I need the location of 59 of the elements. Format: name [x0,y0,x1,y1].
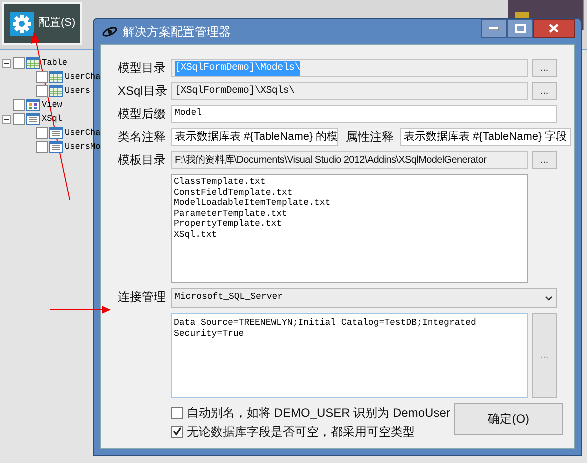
connection-string-field[interactable]: Data Source=TREENEWLYN;Initial Catalog=TestDB;Integrated Security=True [171,313,528,398]
field-label: 属性注释 [346,129,395,146]
view-icon [26,99,40,111]
checkbox[interactable] [13,99,25,111]
maximize-button[interactable] [507,19,533,38]
browse-button[interactable]: ... [532,82,557,100]
text-field[interactable]: 表示数据库表 #{TableName} 的模 [171,128,338,146]
table-icon [49,71,63,83]
gear-icon [10,12,34,36]
text-field[interactable]: Model [171,105,557,123]
annotation-arrow [50,305,112,315]
satellite-icon [102,26,118,38]
checkbox[interactable] [13,57,25,69]
path-field[interactable]: [XSqlFormDemo]\XSqls\ [171,82,528,100]
field-label: XSql目录 [118,83,167,100]
text-field[interactable]: 表示数据库表 #{TableName} 字段 [400,128,572,146]
field-label: 模型目录 [118,60,167,77]
list-icon [49,127,63,139]
list-item[interactable]: ParameterTemplate.txt [174,208,525,219]
minimize-icon [489,27,499,30]
window-title: 解决方案配置管理器 [123,24,231,40]
tree-item-label[interactable]: Table [42,56,68,70]
collapse-icon[interactable] [2,58,11,68]
list-item[interactable]: XSql.txt [174,230,525,240]
close-button[interactable] [533,19,575,38]
table-icon [49,85,63,97]
close-icon [549,24,559,33]
connection-dropdown[interactable]: Microsoft_SQL_Server [171,288,557,308]
checkbox-label[interactable]: 无论数据库字段是否可空，都采用可空类型 [187,422,415,440]
list-icon [26,113,40,125]
checkbox[interactable] [13,113,25,125]
field-label: 模型后缀 [118,106,167,123]
list-item[interactable]: ModelLoadableItemTemplate.txt [174,198,525,208]
checkbox[interactable] [36,141,48,153]
minimize-button[interactable] [481,19,507,38]
path-field[interactable]: F:\我的资料库\Documents\Visual Studio 2012\Addins\XSqlModelGenerator [171,151,528,169]
field-label: 连接管理 [118,289,167,306]
maximize-icon [514,24,526,33]
config-button[interactable]: 配置(S) [2,2,82,45]
list-item[interactable]: ConstFieldTemplate.txt [174,188,525,198]
browse-button[interactable]: ... [532,59,557,77]
ok-button[interactable]: 确定(O) [454,403,564,435]
checkbox-label[interactable]: 自动别名，如将 DEMO_USER 识别为 DemoUser [187,404,450,422]
checkbox[interactable] [36,127,48,139]
chevron-down-icon [545,296,553,300]
checkbox[interactable] [171,426,183,438]
field-label: 类名注释 [118,129,167,146]
dropdown-value: Microsoft_SQL_Server [175,291,284,304]
list-icon [49,141,63,153]
checkbox[interactable] [36,71,48,83]
list-item[interactable]: PropertyTemplate.txt [174,219,525,230]
collapse-icon[interactable] [2,114,11,124]
field-label: 模板目录 [118,152,167,169]
checkbox[interactable] [36,85,48,97]
browse-button[interactable]: ... [532,151,557,169]
checkbox[interactable] [171,406,183,418]
list-item[interactable]: ClassTemplate.txt [174,177,525,188]
tree-item-label[interactable]: Users [65,84,91,98]
table-icon [26,57,40,69]
